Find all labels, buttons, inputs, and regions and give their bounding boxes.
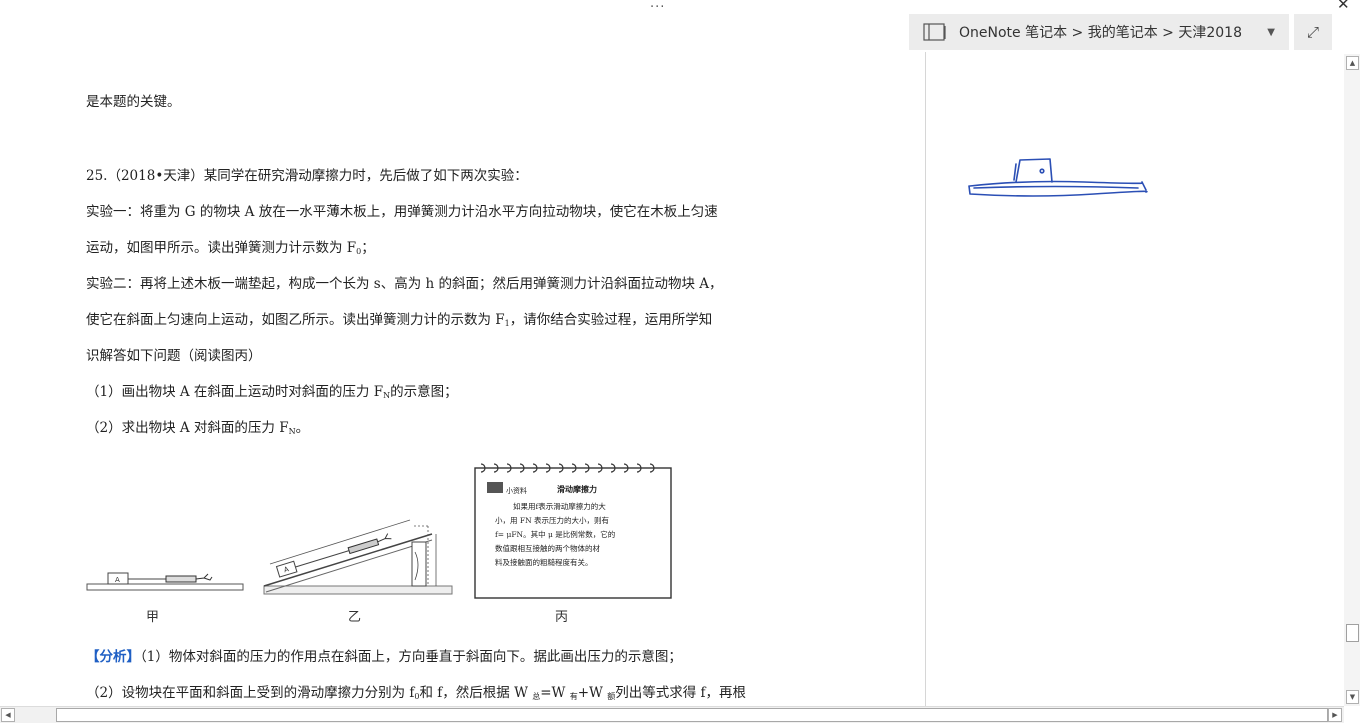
spring-scale [165,575,197,583]
question-line: 实验二：再将上述木板一端垫起，构成一个长为 s、高为 h 的斜面；然后用弹簧测力… [86,276,723,292]
scroll-left-button[interactable]: ◀ [1,708,15,722]
more-options-button[interactable]: ··· [650,0,665,15]
analysis-line: 【分析】（1）物体对斜面的压力的作用点在斜面上，方向垂直于斜面向下。据此画出压力… [86,649,682,665]
horizontal-scrollbar[interactable]: ◀ ▶ [0,706,1344,723]
card-line: 料及接触面的粗糙程度有关。 [495,558,593,567]
analysis-line: （2）设物块在平面和斜面上受到的滑动摩擦力分别为 f0和 f，然后根据 W 总=… [86,685,746,701]
card-line: 小，用 FN 表示压力的大小，则有 [495,516,610,525]
card-tag: 小资料 [506,487,527,495]
figure-c-info-card: 小资料 滑动摩擦力 如果用f表示滑动摩擦力的大 小，用 FN 表示压力的大小，则… [473,460,673,600]
scroll-right-button[interactable]: ▶ [1328,708,1342,722]
analysis-label: 【分析】 [86,649,140,665]
vertical-scrollbar[interactable]: ▲ ▼ [1344,54,1360,706]
figure-a-caption: 甲 [146,610,160,625]
figure-b-incline: A [263,519,453,595]
card-line: 如果用f表示滑动摩擦力的大 [513,502,606,511]
question-item-2: （2）求出物块 A 对斜面的压力 FN。 [86,420,310,436]
figure-b-caption: 乙 [348,610,362,625]
ink-sketch [968,158,1148,197]
support-block [411,541,427,587]
expand-icon[interactable]: ⤢ [1294,14,1332,50]
scroll-up-button[interactable]: ▲ [1346,56,1359,70]
question-line: 识解答如下问题（阅读图丙） [86,348,262,364]
question-line: 运动，如图甲所示。读出弹簧测力计示数为 F0； [86,240,375,256]
notebook-icon [923,23,947,41]
question-heading: 25.（2018•天津）某同学在研究滑动摩擦力时，先后做了如下两次实验： [86,168,528,184]
figure-c-caption: 丙 [555,610,569,625]
onenote-breadcrumb: OneNote 笔记本 > 我的笔记本 > 天津2018 [959,25,1242,41]
scroll-thumb[interactable] [1346,624,1359,642]
block-a-label: A [115,576,120,584]
card-title: 滑动摩擦力 [557,484,597,494]
question-line: 使它在斜面上匀速向上运动，如图乙所示。读出弹簧测力计的示数为 F1，请你结合实验… [86,312,713,328]
chevron-down-icon[interactable]: ▼ [1267,27,1275,38]
figure-a-flat-board: A [86,572,244,591]
scroll-down-button[interactable]: ▼ [1346,690,1359,704]
doc-line: 是本题的关键。 [86,94,181,110]
question-line: 实验一：将重为 G 的物块 A 放在一水平薄木板上，用弹簧测力计沿水平方向拉动物… [86,204,718,220]
card-line: f= μFN。其中 μ 是比例常数，它的 [495,530,616,539]
panel-divider [925,52,926,706]
scroll-thumb-horizontal[interactable] [56,708,1328,722]
question-item-1: （1）画出物块 A 在斜面上运动时对斜面的压力 FN的示意图； [86,384,458,400]
onenote-breadcrumb-button[interactable]: OneNote 笔记本 > 我的笔记本 > 天津2018 ▼ [909,14,1289,50]
close-icon[interactable]: ✕ [1337,0,1350,13]
card-line: 数值跟相互接触的两个物体的材 [495,544,600,553]
